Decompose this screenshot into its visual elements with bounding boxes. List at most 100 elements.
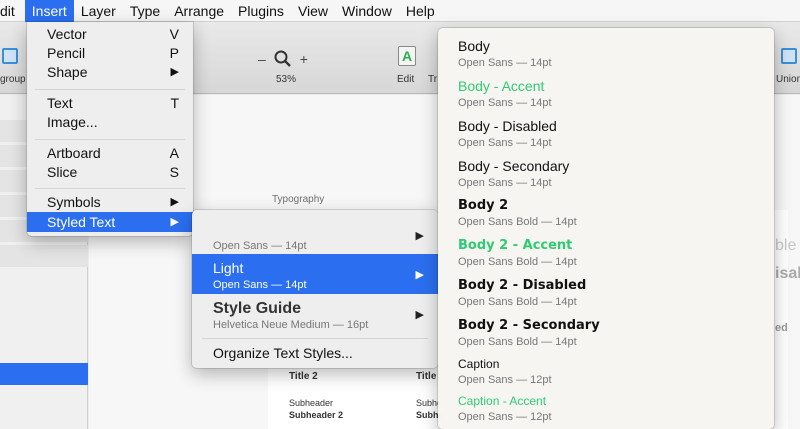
menu-item-artboard[interactable]: Artboard A: [27, 143, 193, 163]
menu-item-label: Organize Text Styles...: [213, 345, 353, 361]
canvas-text: isal: [775, 265, 800, 282]
style-item-body-accent[interactable]: Body - Accent Open Sans — 14pt: [458, 78, 758, 109]
edit-text-icon[interactable]: A: [398, 46, 416, 66]
menu-item-pencil[interactable]: Pencil P: [27, 43, 193, 63]
submenu-arrow-icon: ▶: [415, 230, 424, 242]
group-icon[interactable]: [2, 48, 18, 64]
style-description: Open Sans Bold — 14pt: [458, 216, 577, 228]
menu-item-light[interactable]: Light Open Sans — 14pt ▶: [192, 254, 438, 294]
menu-separator: [202, 338, 428, 339]
style-item-body[interactable]: Body Open Sans — 14pt: [458, 38, 758, 69]
style-name: Body - Accent: [458, 78, 545, 94]
canvas-text: Title: [416, 371, 437, 382]
style-name: Body - Secondary: [458, 158, 570, 174]
menu-item-style-guide[interactable]: Style Guide Helvetica Neue Medium — 16pt…: [192, 294, 438, 336]
menu-item-label: Style Guide: [213, 300, 302, 317]
shortcut-label: S: [169, 164, 179, 180]
menu-item-label: Light: [213, 260, 244, 276]
menu-separator: [35, 188, 185, 189]
menu-bar: dit Insert Layer Type Arrange Plugins Vi…: [0, 0, 800, 22]
transform-label: Tr: [428, 74, 438, 85]
layer-row[interactable]: [0, 245, 88, 267]
menu-item-label: Pencil: [47, 45, 86, 61]
zoom-value: 53%: [276, 74, 297, 85]
style-item-caption-accent[interactable]: Caption - Accent Open Sans — 12pt: [458, 394, 758, 423]
menu-help[interactable]: Help: [399, 0, 442, 22]
menu-insert[interactable]: Insert: [24, 0, 74, 22]
shortcut-label: V: [169, 26, 179, 42]
menu-item-description: Helvetica Neue Medium — 16pt: [213, 319, 369, 331]
menu-item-label: Vector: [47, 26, 87, 42]
style-description: Open Sans — 14pt: [458, 97, 552, 109]
zoom-out-button[interactable]: –: [258, 51, 266, 67]
union-label: Union: [776, 74, 800, 85]
style-name: Caption - Accent: [458, 394, 547, 408]
style-name: Body: [458, 38, 490, 54]
style-name: Body - Disabled: [458, 118, 557, 134]
menu-layer[interactable]: Layer: [74, 0, 123, 22]
insert-menu: Vector V Pencil P Shape ▶ Text T Image..…: [27, 22, 193, 236]
text-styles-submenu: Body Open Sans — 14pt Body - Accent Open…: [438, 28, 774, 429]
menu-item-shape[interactable]: Shape ▶: [27, 62, 193, 82]
submenu-arrow-icon: ▶: [170, 216, 179, 228]
menu-plugins[interactable]: Plugins: [231, 0, 291, 22]
group-label: group: [0, 74, 26, 85]
style-description: Open Sans — 12pt: [458, 374, 552, 386]
style-name: Caption: [458, 357, 500, 371]
menu-item-label: Artboard: [47, 145, 101, 161]
menu-item-styled-text[interactable]: Styled Text ▶: [27, 212, 193, 232]
menu-item-label: Shape: [47, 64, 88, 80]
submenu-arrow-icon: ▶: [170, 66, 179, 78]
menu-view[interactable]: View: [291, 0, 335, 22]
layer-row-selected[interactable]: [0, 363, 88, 385]
canvas-text: ble: [775, 237, 797, 254]
style-name: Body 2 - Secondary: [458, 318, 600, 333]
menu-item-image[interactable]: Image...: [27, 112, 193, 132]
canvas-text: ed: [775, 322, 788, 334]
magnifier-icon: [274, 50, 291, 67]
artboard-title[interactable]: Typography: [272, 194, 324, 205]
style-item-body-2-disabled[interactable]: Body 2 - Disabled Open Sans Bold — 14pt: [458, 278, 758, 308]
style-item-caption[interactable]: Caption Open Sans — 12pt: [458, 357, 758, 386]
menu-separator: [35, 139, 185, 140]
shortcut-label: T: [170, 95, 179, 111]
style-description: Open Sans — 12pt: [458, 411, 552, 423]
menu-separator: [35, 89, 185, 90]
shortcut-label: A: [169, 145, 179, 161]
style-item-body-2-accent[interactable]: Body 2 - Accent Open Sans Bold — 14pt: [458, 238, 758, 268]
style-description: Open Sans Bold — 14pt: [458, 296, 577, 308]
menu-item-label: Image...: [47, 114, 98, 130]
edit-label: Edit: [397, 74, 415, 85]
menu-item-label: Text: [47, 95, 73, 111]
menu-item-organize-text-styles[interactable]: Organize Text Styles...: [192, 342, 438, 364]
menu-item-label: Styled Text: [47, 214, 116, 230]
menu-edit[interactable]: dit: [0, 0, 25, 22]
shortcut-label: P: [169, 45, 179, 61]
canvas-text: Subheader: [289, 398, 334, 408]
menu-window[interactable]: Window: [335, 0, 399, 22]
menu-item-symbols[interactable]: Symbols ▶: [27, 192, 193, 212]
menu-item-vector[interactable]: Vector V: [27, 24, 193, 44]
zoom-in-button[interactable]: +: [300, 51, 308, 67]
style-name: Body 2: [458, 198, 509, 213]
style-description: Open Sans — 14pt: [458, 57, 552, 69]
menu-arrange[interactable]: Arrange: [167, 0, 231, 22]
union-icon[interactable]: [781, 48, 797, 64]
style-item-body-disabled[interactable]: Body - Disabled Open Sans — 14pt: [458, 118, 758, 149]
style-item-body-2[interactable]: Body 2 Open Sans Bold — 14pt: [458, 198, 758, 228]
zoom-control: – +: [258, 50, 308, 68]
menu-item-description: Open Sans — 14pt: [213, 240, 307, 252]
menu-item-dark[interactable]: ▶ Open Sans — 14pt: [192, 212, 438, 254]
style-item-body-2-secondary[interactable]: Body 2 - Secondary Open Sans Bold — 14pt: [458, 318, 758, 348]
submenu-arrow-icon: ▶: [415, 309, 424, 321]
style-description: Open Sans — 14pt: [458, 177, 552, 189]
menu-type[interactable]: Type: [123, 0, 167, 22]
menu-item-description: Open Sans — 14pt: [213, 279, 307, 291]
menu-item-text[interactable]: Text T: [27, 93, 193, 113]
style-item-body-secondary[interactable]: Body - Secondary Open Sans — 14pt: [458, 158, 758, 189]
canvas-text: Subheader 2: [289, 410, 344, 420]
menu-item-slice[interactable]: Slice S: [27, 162, 193, 182]
style-description: Open Sans Bold — 14pt: [458, 336, 577, 348]
styled-text-submenu: ▶ Open Sans — 14pt Light Open Sans — 14p…: [192, 210, 438, 368]
style-name: Body 2 - Accent: [458, 238, 573, 253]
